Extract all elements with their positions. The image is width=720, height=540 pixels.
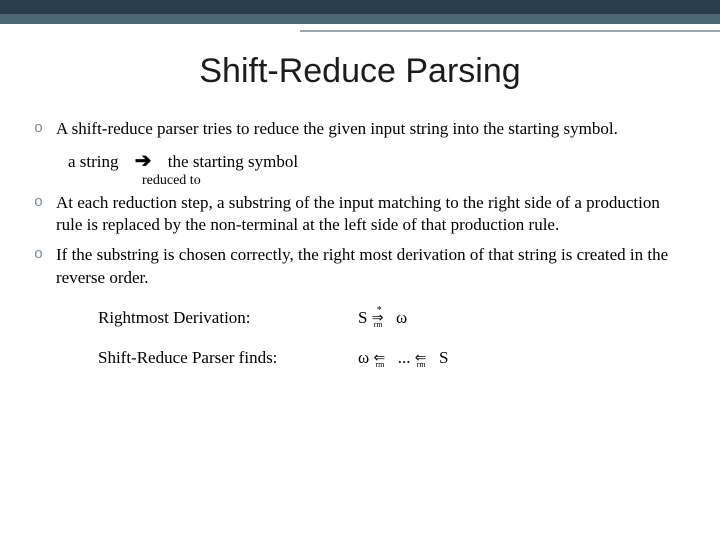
derivation-row-1-label: Rightmost Derivation: bbox=[98, 307, 358, 329]
reduces-rm-icon: ⇐ rm bbox=[373, 351, 393, 367]
reduce-illustration: a string ➔ the starting symbol reduced t… bbox=[68, 148, 686, 190]
derivation-row-2-expr: ω ⇐ rm ... ⇐ rm S bbox=[358, 347, 448, 369]
symbol-S: S bbox=[439, 348, 448, 367]
symbol-S: S bbox=[358, 308, 367, 327]
bullet-marker: o bbox=[34, 118, 56, 139]
bullet-2-text: At each reduction step, a substring of t… bbox=[56, 192, 686, 236]
derivation-row-2: Shift-Reduce Parser finds: ω ⇐ rm ... ⇐ … bbox=[98, 347, 686, 369]
derivation-row-2-label: Shift-Reduce Parser finds: bbox=[98, 347, 358, 369]
ellipsis: ... bbox=[398, 348, 411, 367]
symbol-omega: ω bbox=[358, 348, 369, 367]
derivation-row-1-expr: S * ⇒ rm ω bbox=[358, 307, 407, 329]
derivation-block: Rightmost Derivation: S * ⇒ rm ω Shift-R… bbox=[98, 307, 686, 369]
bullet-marker: o bbox=[34, 244, 56, 265]
bullet-1: o A shift-reduce parser tries to reduce … bbox=[34, 118, 686, 140]
symbol-omega: ω bbox=[396, 308, 407, 327]
reduce-right: the starting symbol bbox=[168, 152, 298, 171]
slide: Shift-Reduce Parsing o A shift-reduce pa… bbox=[0, 0, 720, 540]
bullet-marker: o bbox=[34, 192, 56, 213]
bullet-1-text: A shift-reduce parser tries to reduce th… bbox=[56, 118, 686, 140]
reduces-rm-icon: ⇐ rm bbox=[415, 351, 435, 367]
bullet-3: o If the substring is chosen correctly, … bbox=[34, 244, 686, 288]
arrow-rm: rm bbox=[375, 360, 384, 370]
derives-star-rm-icon: * ⇒ rm bbox=[372, 311, 392, 327]
reduce-left: a string bbox=[68, 152, 119, 171]
decor-bar-dark bbox=[0, 0, 720, 14]
arrow-icon: ➔ bbox=[135, 148, 152, 174]
page-title: Shift-Reduce Parsing bbox=[0, 52, 720, 91]
bullet-2: o At each reduction step, a substring of… bbox=[34, 192, 686, 236]
decor-accent-line bbox=[300, 30, 720, 32]
arrow-rm: rm bbox=[374, 320, 383, 330]
decor-bar-light bbox=[0, 14, 720, 24]
arrow-rm: rm bbox=[417, 360, 426, 370]
derivation-row-1: Rightmost Derivation: S * ⇒ rm ω bbox=[98, 307, 686, 329]
body-content: o A shift-reduce parser tries to reduce … bbox=[34, 118, 686, 387]
bullet-3-text: If the substring is chosen correctly, th… bbox=[56, 244, 686, 288]
reduce-caption: reduced to bbox=[142, 172, 686, 190]
